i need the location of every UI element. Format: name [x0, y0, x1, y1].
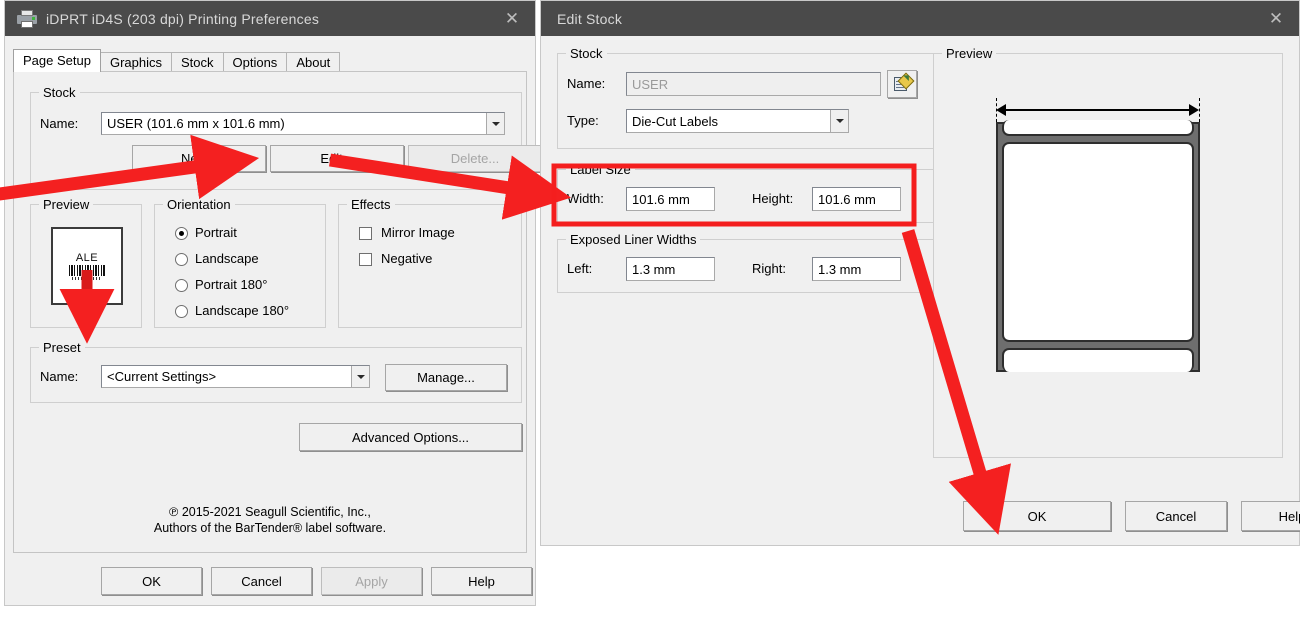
preset-name-label: Name:	[40, 369, 79, 384]
window-title: iDPRT iD4S (203 dpi) Printing Preference…	[46, 10, 320, 27]
label-preview-group: Preview ALE	[30, 197, 142, 328]
printer-icon	[17, 9, 37, 28]
label-height-input[interactable]: 101.6 mm	[812, 187, 901, 211]
tab-about[interactable]: About	[286, 52, 341, 72]
stock-preview-group: Preview	[933, 46, 1283, 458]
radio-portrait-label: Portrait	[195, 225, 237, 240]
radio-portrait[interactable]	[175, 227, 188, 240]
apply-button: Apply	[321, 567, 422, 595]
tab-options[interactable]: Options	[222, 52, 288, 72]
edit-stock-button[interactable]: Edit...	[270, 145, 404, 172]
label-height-label: Height:	[752, 191, 794, 206]
barcode-icon	[69, 265, 105, 276]
rename-stock-icon-button[interactable]	[887, 70, 917, 98]
edit-stock-type-label: Type:	[567, 113, 599, 128]
edit-stock-type-value: Die-Cut Labels	[632, 113, 718, 129]
chevron-down-icon-preset[interactable]	[351, 366, 369, 387]
edit-stock-name-input[interactable]: USER	[626, 72, 881, 96]
preset-group: Preset Name: <Current Settings> Manage..…	[30, 340, 522, 403]
help-button[interactable]: Help	[431, 567, 532, 595]
preset-name-value: <Current Settings>	[107, 369, 217, 384]
effects-group: Effects Mirror Image Negative	[338, 197, 522, 328]
edit-stock-title: Edit Stock	[557, 10, 623, 27]
tab-strip: Page Setup Graphics Stock Options About	[13, 49, 527, 72]
printing-preferences-titlebar: iDPRT iD4S (203 dpi) Printing Preference…	[5, 1, 535, 36]
new-stock-button[interactable]: New...	[132, 145, 266, 172]
checkbox-mirror-image[interactable]	[359, 227, 372, 240]
delete-stock-button: Delete...	[408, 145, 542, 172]
dim-arrow-right-icon	[1189, 104, 1199, 116]
label-size-group: Label Size Width: 101.6 mm Height: 101.6…	[557, 162, 934, 223]
preset-group-legend: Preset	[39, 340, 85, 355]
stock-name-combo[interactable]: USER (101.6 mm x 101.6 mm)	[101, 112, 505, 135]
radio-landscape-label: Landscape	[195, 251, 259, 266]
checkbox-mirror-image-label: Mirror Image	[381, 225, 455, 240]
label-width-label: Width:	[567, 191, 604, 206]
label-top-partial	[1002, 120, 1194, 136]
edit-stock-type-combo[interactable]: Die-Cut Labels	[626, 109, 849, 133]
radio-portrait-180-label: Portrait 180°	[195, 277, 268, 292]
barcode-digits-icon	[72, 277, 102, 280]
stock-name-label: Name:	[40, 116, 79, 131]
stock-preview-legend: Preview	[942, 46, 997, 61]
radio-portrait-180[interactable]	[175, 279, 188, 292]
checkbox-negative[interactable]	[359, 253, 372, 266]
copyright-text: ℗ 2015-2021 Seagull Scientific, Inc., Au…	[153, 505, 387, 535]
edit-stock-ok-button[interactable]: OK	[963, 501, 1111, 531]
radio-landscape-180-label: Landscape 180°	[195, 303, 290, 318]
edit-stock-titlebar: Edit Stock ✕	[541, 1, 1299, 36]
cancel-button[interactable]: Cancel	[211, 567, 312, 595]
radio-landscape-180[interactable]	[175, 305, 188, 318]
label-thumbnail-text: ALE	[75, 252, 99, 264]
edit-stock-name-label: Name:	[567, 76, 606, 91]
edit-note-icon	[893, 72, 914, 92]
close-icon[interactable]: ✕	[489, 1, 535, 36]
chevron-down-icon[interactable]	[486, 113, 504, 134]
radio-landscape[interactable]	[175, 253, 188, 266]
edit-stock-close-icon[interactable]: ✕	[1253, 1, 1299, 36]
label-main	[1002, 142, 1194, 342]
dim-arrow-left-icon	[996, 104, 1006, 116]
advanced-options-button[interactable]: Advanced Options...	[299, 423, 522, 451]
label-thumbnail: ALE	[51, 227, 123, 305]
width-dimension-line	[1000, 109, 1196, 111]
effects-group-legend: Effects	[347, 197, 395, 212]
liner-right-input[interactable]: 1.3 mm	[812, 257, 901, 281]
exposed-liner-widths-group: Exposed Liner Widths Left: 1.3 mm Right:…	[557, 232, 934, 293]
stock-group: Stock Name: USER (101.6 mm x 101.6 mm) N…	[30, 85, 542, 190]
tab-page-setup[interactable]: Page Setup	[13, 49, 101, 72]
manage-presets-button[interactable]: Manage...	[385, 364, 507, 391]
printing-preferences-window: iDPRT iD4S (203 dpi) Printing Preference…	[4, 0, 542, 606]
orientation-group-legend: Orientation	[163, 197, 235, 212]
label-bottom-partial	[1002, 348, 1194, 372]
stock-name-value: USER (101.6 mm x 101.6 mm)	[107, 116, 285, 131]
liner-left-input[interactable]: 1.3 mm	[626, 257, 715, 281]
tab-graphics[interactable]: Graphics	[99, 52, 172, 72]
label-size-legend: Label Size	[566, 162, 635, 177]
tab-stock[interactable]: Stock	[170, 52, 224, 72]
checkbox-negative-label: Negative	[381, 251, 433, 266]
exposed-liner-legend: Exposed Liner Widths	[566, 232, 701, 247]
label-width-input[interactable]: 101.6 mm	[626, 187, 715, 211]
edit-stock-group: Stock Name: USER Type: Die-Cut Labels	[557, 46, 934, 149]
orientation-group: Orientation Portrait Landscape Portrait …	[154, 197, 326, 328]
liner-left-label: Left:	[567, 261, 593, 276]
liner-right-label: Right:	[752, 261, 786, 276]
page-setup-panel: Stock Name: USER (101.6 mm x 101.6 mm) N…	[13, 71, 542, 553]
edit-stock-help-button[interactable]: Help	[1241, 501, 1300, 531]
chevron-down-icon-type[interactable]	[830, 110, 848, 132]
edit-stock-cancel-button[interactable]: Cancel	[1125, 501, 1227, 531]
edit-stock-window: Edit Stock ✕ Stock Name: USER Type: Die-…	[540, 0, 1300, 546]
edit-stock-group-legend: Stock	[566, 46, 607, 61]
stock-group-legend: Stock	[39, 85, 80, 100]
dim-tick-right	[1199, 98, 1200, 122]
preview-group-legend: Preview	[39, 197, 94, 212]
preset-name-combo[interactable]: <Current Settings>	[101, 365, 370, 388]
ok-button[interactable]: OK	[101, 567, 202, 595]
